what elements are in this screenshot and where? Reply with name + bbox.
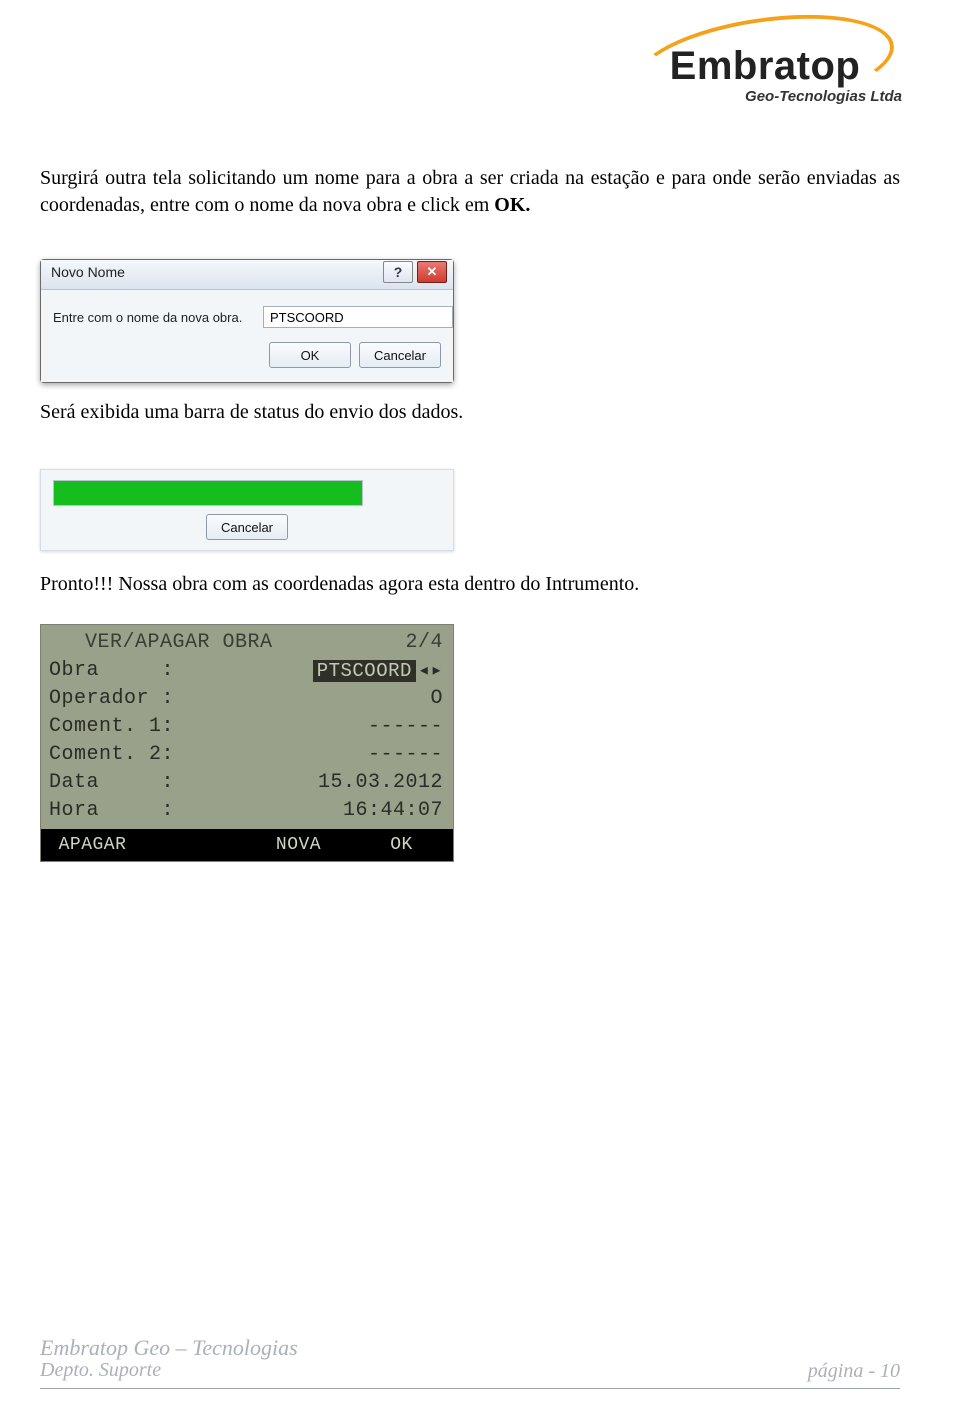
footer-company: Embratop Geo – Tecnologias [40, 1335, 900, 1361]
logo-brand-text: Embratop [620, 44, 910, 89]
instrument-row-label: Coment. 1: [49, 715, 174, 738]
instrument-row: Data : 15.03.2012 [49, 768, 443, 796]
logo-tagline: Geo-Tecnologias Ltda [745, 88, 902, 105]
paragraph-done: Pronto!!! Nossa obra com as coordenadas … [40, 573, 900, 596]
progress-fill [54, 481, 362, 505]
obra-name-input[interactable] [263, 306, 453, 328]
paragraph-intro-text: Surgirá outra tela solicitando um nome p… [40, 167, 900, 216]
progress-bar [53, 480, 363, 506]
dialog-prompt-label: Entre com o nome da nova obra. [53, 310, 263, 325]
instrument-row-label: Coment. 2: [49, 743, 174, 766]
instrument-screen: VER/APAGAR OBRA 2/4 Obra :PTSCOORD◂▸Oper… [40, 624, 454, 862]
instrument-row: Coment. 2: ------ [49, 740, 443, 768]
instrument-row: Hora : 16:44:07 [49, 796, 443, 824]
instrument-row-value: O [430, 687, 443, 710]
dialog-titlebar: Novo Nome ? ✕ [41, 260, 453, 290]
instrument-row-label: Hora : [49, 799, 174, 822]
close-icon: ✕ [427, 264, 438, 280]
instrument-row-value: 15.03.2012 [318, 771, 443, 794]
footer-dept: Depto. Suporte [40, 1359, 900, 1382]
page-footer: Embratop Geo – Tecnologias Depto. Suport… [40, 1335, 900, 1389]
cancel-button[interactable]: Cancelar [359, 342, 441, 368]
softkey-ok[interactable]: OK [350, 835, 453, 855]
left-right-arrow-icon: ◂▸ [418, 660, 443, 683]
help-button[interactable]: ? [383, 261, 413, 283]
footer-page-number: página - 10 [808, 1360, 900, 1383]
instrument-row: Coment. 1: ------ [49, 712, 443, 740]
instrument-row: Obra : PTSCOORD◂▸ [49, 656, 443, 684]
instrument-row-label: Obra : [49, 659, 174, 682]
close-button[interactable]: ✕ [417, 261, 447, 283]
instrument-title: VER/APAGAR OBRA [85, 631, 273, 654]
paragraph-status: Será exibida uma barra de status do envi… [40, 401, 900, 424]
instrument-row-label: Data : [49, 771, 174, 794]
paragraph-intro: Surgirá outra tela solicitando um nome p… [40, 165, 900, 219]
instrument-row-value: 16:44:07 [343, 799, 443, 822]
progress-cancel-button[interactable]: Cancelar [206, 514, 288, 540]
dialog-novo-nome: Novo Nome ? ✕ Entre com o nome da nova o… [40, 259, 454, 383]
brand-logo: Embratop Geo-Tecnologias Ltda [620, 18, 910, 118]
softkey-nova[interactable]: NOVA [247, 835, 350, 855]
logo-swoosh: Embratop Geo-Tecnologias Ltda [620, 18, 910, 118]
dialog-title: Novo Nome [51, 264, 125, 280]
paragraph-intro-bold: OK. [494, 194, 530, 216]
dialog-progress: Cancelar [40, 469, 454, 551]
instrument-row-value: ------ [368, 743, 443, 766]
instrument-row-value[interactable]: PTSCOORD◂▸ [313, 657, 443, 683]
instrument-row: Operador : O [49, 684, 443, 712]
instrument-page-indicator: 2/4 [405, 631, 443, 654]
help-icon: ? [394, 264, 403, 280]
instrument-row-label: Operador : [49, 687, 174, 710]
instrument-cursor-field[interactable]: PTSCOORD [313, 660, 416, 682]
instrument-row-value: ------ [368, 715, 443, 738]
softkey-apagar[interactable]: APAGAR [41, 835, 144, 855]
ok-button[interactable]: OK [269, 342, 351, 368]
